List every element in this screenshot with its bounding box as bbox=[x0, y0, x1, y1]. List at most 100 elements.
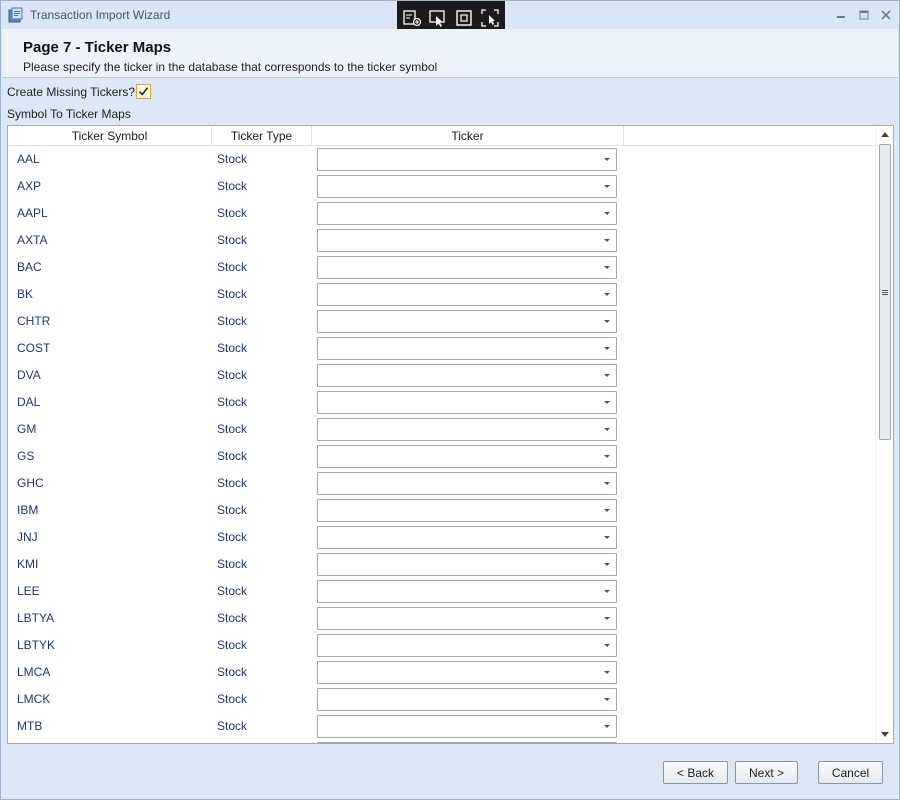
ticker-combobox[interactable] bbox=[317, 256, 617, 279]
ticker-combobox[interactable] bbox=[317, 526, 617, 549]
dropdown-arrow-icon[interactable] bbox=[604, 671, 610, 674]
table-row[interactable]: GS Stock bbox=[8, 443, 876, 470]
ticker-combobox[interactable] bbox=[317, 688, 617, 711]
ticker-combobox[interactable] bbox=[317, 337, 617, 360]
cancel-button[interactable]: Cancel bbox=[818, 761, 883, 784]
dropdown-arrow-icon[interactable] bbox=[604, 617, 610, 620]
ticker-combobox[interactable] bbox=[317, 472, 617, 495]
table-row[interactable]: BAC Stock bbox=[8, 254, 876, 281]
dropdown-arrow-icon[interactable] bbox=[604, 563, 610, 566]
ticker-symbol-cell: BK bbox=[17, 287, 34, 301]
table-row[interactable]: AXTA Stock bbox=[8, 227, 876, 254]
close-icon bbox=[881, 10, 891, 20]
table-row[interactable]: GHC Stock bbox=[8, 470, 876, 497]
ticker-combobox[interactable] bbox=[317, 445, 617, 468]
table-row[interactable]: AXP Stock bbox=[8, 173, 876, 200]
dropdown-arrow-icon[interactable] bbox=[604, 401, 610, 404]
close-button[interactable] bbox=[877, 6, 895, 24]
minimize-button[interactable] bbox=[832, 6, 850, 24]
ticker-type-cell: Stock bbox=[217, 260, 248, 274]
column-header-ticker-type[interactable]: Ticker Type bbox=[212, 126, 312, 146]
scroll-up-arrow-icon[interactable] bbox=[881, 132, 889, 137]
ticker-type-cell: Stock bbox=[217, 665, 248, 679]
dropdown-arrow-icon[interactable] bbox=[604, 320, 610, 323]
ticker-type-cell: Stock bbox=[217, 638, 248, 652]
table-row[interactable]: LMCK Stock bbox=[8, 686, 876, 713]
ticker-combobox[interactable] bbox=[317, 310, 617, 333]
ticker-combobox[interactable] bbox=[317, 634, 617, 657]
table-row[interactable]: JNJ Stock bbox=[8, 524, 876, 551]
table-row[interactable]: AAPL Stock bbox=[8, 200, 876, 227]
ticker-combobox[interactable] bbox=[317, 418, 617, 441]
screenshot-icon[interactable] bbox=[480, 8, 500, 28]
ticker-type-cell: Stock bbox=[217, 692, 248, 706]
table-row[interactable] bbox=[8, 740, 876, 743]
next-button[interactable]: Next > bbox=[735, 761, 798, 784]
dropdown-arrow-icon[interactable] bbox=[604, 455, 610, 458]
dropdown-arrow-icon[interactable] bbox=[604, 725, 610, 728]
table-row[interactable]: AAL Stock bbox=[8, 146, 876, 173]
back-button[interactable]: < Back bbox=[663, 761, 728, 784]
table-row[interactable]: KMI Stock bbox=[8, 551, 876, 578]
table-row[interactable]: COST Stock bbox=[8, 335, 876, 362]
ticker-combobox[interactable] bbox=[317, 715, 617, 738]
ticker-symbol-cell: MTB bbox=[17, 719, 43, 733]
dropdown-arrow-icon[interactable] bbox=[604, 212, 610, 215]
table-row[interactable]: GM Stock bbox=[8, 416, 876, 443]
ticker-combobox[interactable] bbox=[317, 661, 617, 684]
table-row[interactable]: LMCA Stock bbox=[8, 659, 876, 686]
dropdown-arrow-icon[interactable] bbox=[604, 185, 610, 188]
scroll-thumb[interactable] bbox=[879, 144, 891, 440]
add-region-icon[interactable] bbox=[402, 8, 422, 28]
dropdown-arrow-icon[interactable] bbox=[604, 158, 610, 161]
vertical-scrollbar[interactable] bbox=[875, 126, 893, 743]
ticker-symbol-cell: DAL bbox=[17, 395, 41, 409]
create-missing-checkbox[interactable] bbox=[136, 84, 152, 99]
create-missing-row: Create Missing Tickers? bbox=[7, 84, 152, 99]
ticker-combobox[interactable] bbox=[317, 364, 617, 387]
dropdown-arrow-icon[interactable] bbox=[604, 239, 610, 242]
maximize-button[interactable] bbox=[855, 6, 873, 24]
scroll-down-arrow-icon[interactable] bbox=[881, 732, 889, 737]
ticker-type-cell: Stock bbox=[217, 179, 248, 193]
ticker-combobox[interactable] bbox=[317, 148, 617, 171]
ticker-combobox[interactable] bbox=[317, 283, 617, 306]
ticker-combobox[interactable] bbox=[317, 229, 617, 252]
ticker-combobox[interactable] bbox=[317, 553, 617, 576]
table-row[interactable]: LBTYK Stock bbox=[8, 632, 876, 659]
column-header-ticker[interactable]: Ticker bbox=[312, 126, 624, 146]
dropdown-arrow-icon[interactable] bbox=[604, 698, 610, 701]
wizard-header: Page 7 - Ticker Maps Please specify the … bbox=[2, 29, 898, 78]
table-row[interactable]: DVA Stock bbox=[8, 362, 876, 389]
table-row[interactable]: BK Stock bbox=[8, 281, 876, 308]
dropdown-arrow-icon[interactable] bbox=[604, 536, 610, 539]
dropdown-arrow-icon[interactable] bbox=[604, 428, 610, 431]
dropdown-arrow-icon[interactable] bbox=[604, 644, 610, 647]
table-row[interactable]: MTB Stock bbox=[8, 713, 876, 740]
column-header-ticker-symbol[interactable]: Ticker Symbol bbox=[8, 126, 212, 146]
table-row[interactable]: LEE Stock bbox=[8, 578, 876, 605]
table-row[interactable]: LBTYA Stock bbox=[8, 605, 876, 632]
ticker-map-grid: Ticker Symbol Ticker Type Ticker AAL Stoc… bbox=[7, 125, 894, 744]
ticker-type-cell: Stock bbox=[217, 449, 248, 463]
dropdown-arrow-icon[interactable] bbox=[604, 509, 610, 512]
dropdown-arrow-icon[interactable] bbox=[604, 293, 610, 296]
dropdown-arrow-icon[interactable] bbox=[604, 374, 610, 377]
table-row[interactable]: DAL Stock bbox=[8, 389, 876, 416]
ticker-symbol-cell: LEE bbox=[17, 584, 40, 598]
ticker-combobox[interactable] bbox=[317, 499, 617, 522]
dropdown-arrow-icon[interactable] bbox=[604, 266, 610, 269]
frame-icon[interactable] bbox=[454, 8, 474, 28]
dropdown-arrow-icon[interactable] bbox=[604, 482, 610, 485]
ticker-combobox[interactable] bbox=[317, 175, 617, 198]
table-row[interactable]: IBM Stock bbox=[8, 497, 876, 524]
ticker-combobox[interactable] bbox=[317, 580, 617, 603]
ticker-combobox[interactable] bbox=[317, 391, 617, 414]
ticker-combobox[interactable] bbox=[317, 742, 617, 743]
ticker-combobox[interactable] bbox=[317, 607, 617, 630]
ticker-combobox[interactable] bbox=[317, 202, 617, 225]
dropdown-arrow-icon[interactable] bbox=[604, 347, 610, 350]
table-row[interactable]: CHTR Stock bbox=[8, 308, 876, 335]
dropdown-arrow-icon[interactable] bbox=[604, 590, 610, 593]
select-pointer-icon[interactable] bbox=[428, 8, 448, 28]
